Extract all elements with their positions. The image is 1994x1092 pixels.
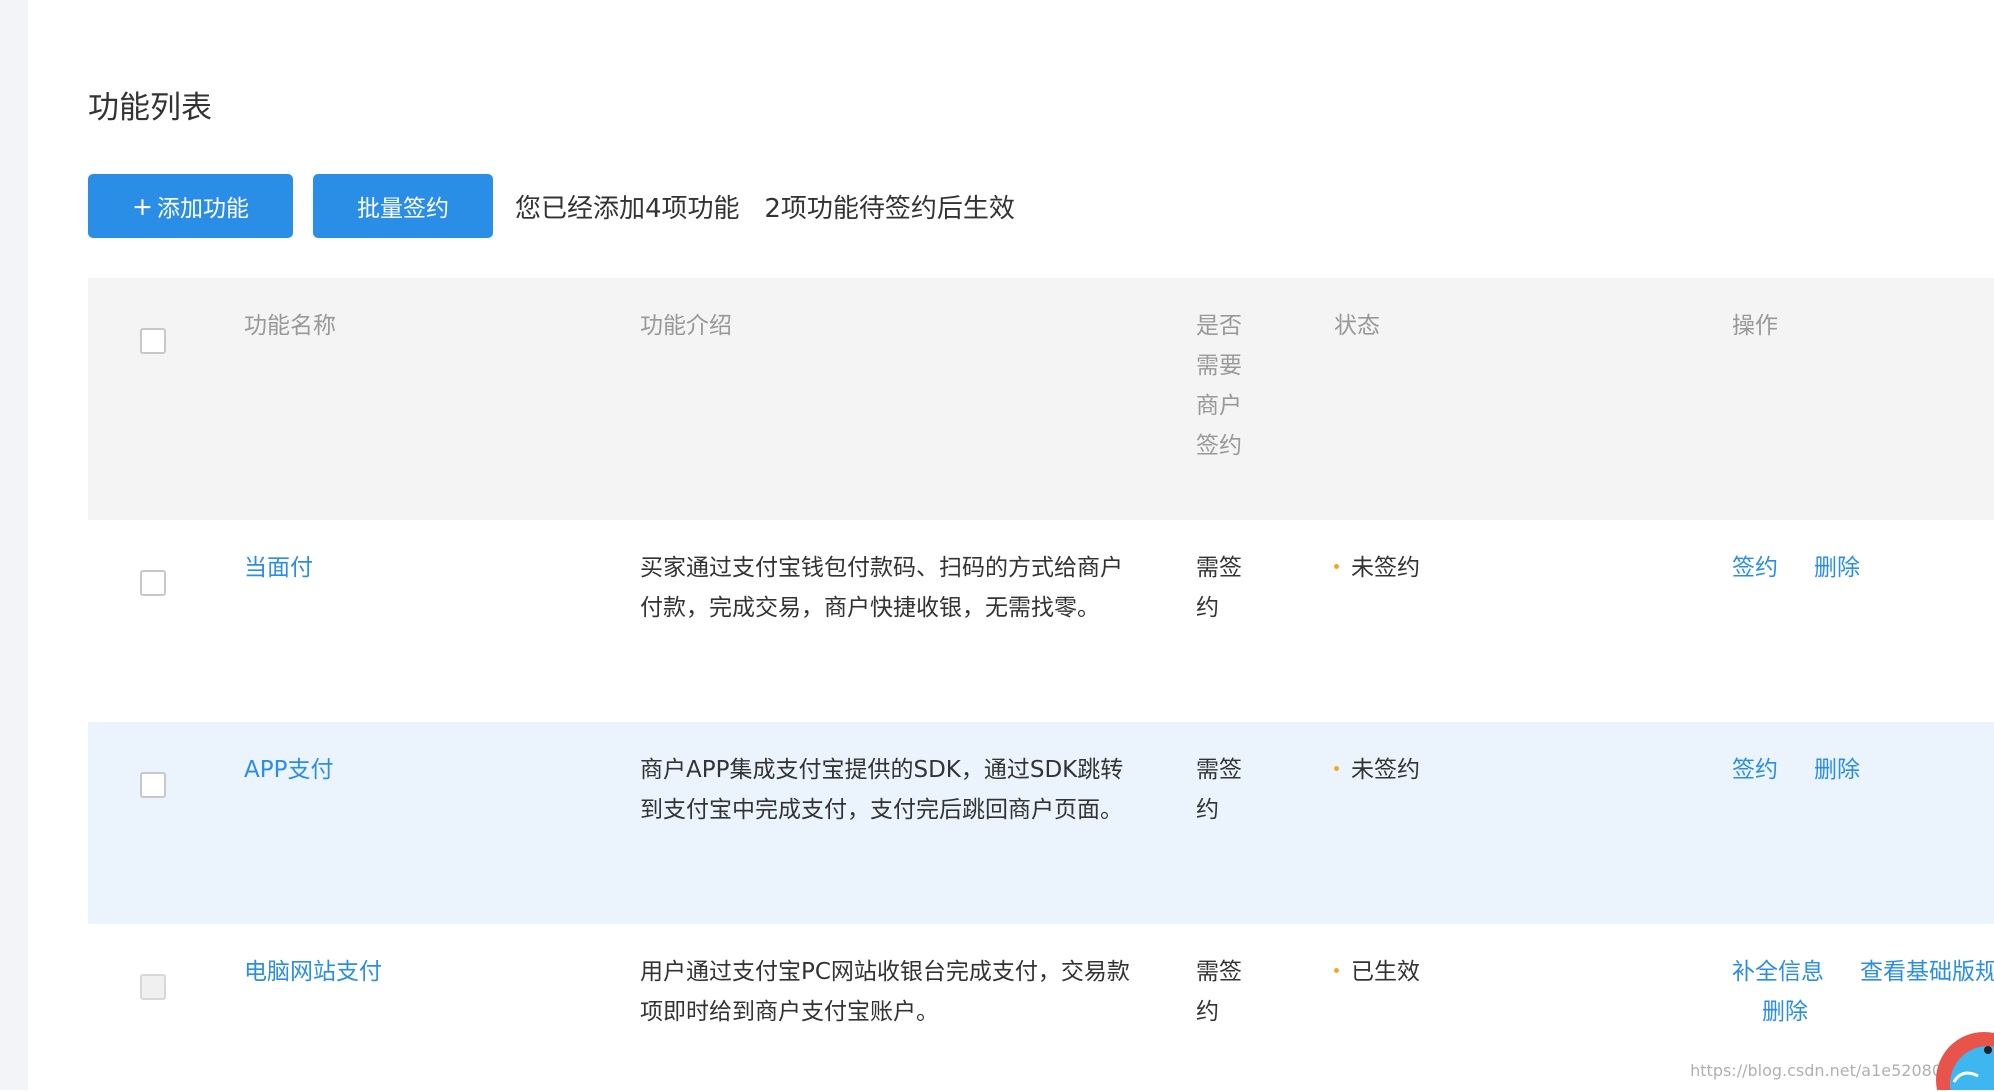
delete-link[interactable]: 删除 — [1814, 555, 1860, 581]
mascot-illustration — [1914, 990, 1994, 1090]
main-content: 功能列表 + 添加功能 批量签约 您已经添加4项功能 2项功能待签约后生效 功能… — [28, 0, 1994, 1092]
table-header: 功能名称 功能介绍 是否需要商户签约 状态 操作 — [88, 278, 1994, 520]
header-status: 状态 — [1334, 313, 1380, 339]
need-sign-value: 需签约 — [1196, 555, 1242, 621]
table-row: APP支付 商户APP集成支付宝提供的SDK，通过SDK跳转到支付宝中完成支付，… — [88, 722, 1994, 924]
add-feature-label: 添加功能 — [156, 196, 249, 222]
delete-link[interactable]: 删除 — [1762, 999, 1808, 1025]
plus-icon: + — [132, 191, 153, 221]
row-checkbox[interactable] — [140, 570, 166, 596]
complete-info-link[interactable]: 补全信息 — [1732, 959, 1824, 985]
feature-name-link[interactable]: 电脑网站支付 — [244, 952, 382, 992]
operations-cell: 签约 删除 — [1732, 548, 1994, 588]
select-all-checkbox[interactable] — [140, 328, 166, 354]
header-name: 功能名称 — [244, 313, 336, 339]
feature-description: 用户通过支付宝PC网站收银台完成支付，交易款项即时给到商户支付宝账户。 — [640, 959, 1130, 1025]
need-sign-value: 需签约 — [1196, 959, 1242, 1025]
need-sign-value: 需签约 — [1196, 757, 1242, 823]
status-text: 已生效 — [1351, 959, 1420, 985]
status-cell: 未签约 — [1334, 548, 1420, 588]
feature-description: 买家通过支付宝钱包付款码、扫码的方式给商户付款，完成交易，商户快捷收银，无需找零… — [640, 555, 1123, 621]
status-dot-icon — [1334, 564, 1339, 569]
feature-summary-text: 您已经添加4项功能 2项功能待签约后生效 — [515, 193, 1015, 224]
status-cell: 已生效 — [1334, 952, 1420, 992]
header-description: 功能介绍 — [640, 313, 732, 339]
feature-name-link[interactable]: 当面付 — [244, 548, 313, 588]
status-dot-icon — [1334, 968, 1339, 973]
feature-table: 功能名称 功能介绍 是否需要商户签约 状态 操作 当面付 买家通过支付宝钱包付款… — [88, 278, 1994, 1092]
header-need-sign: 是否需要商户签约 — [1196, 313, 1242, 459]
status-cell: 未签约 — [1334, 750, 1420, 790]
status-text: 未签约 — [1351, 555, 1420, 581]
row-checkbox[interactable] — [140, 772, 166, 798]
batch-sign-button[interactable]: 批量签约 — [313, 174, 493, 238]
operations-cell: 签约 删除 — [1732, 750, 1994, 790]
watermark-text: https://blog.csdn.net/a1e52080 — [1690, 1061, 1942, 1080]
row-checkbox[interactable] — [140, 974, 166, 1000]
status-dot-icon — [1334, 766, 1339, 771]
page-title: 功能列表 — [88, 90, 212, 126]
add-feature-button[interactable]: + 添加功能 — [88, 174, 293, 238]
toolbar: + 添加功能 批量签约 您已经添加4项功能 2项功能待签约后生效 — [88, 174, 1015, 238]
sign-link[interactable]: 签约 — [1732, 757, 1778, 783]
view-basic-rules-link[interactable]: 查看基础版规则 — [1860, 959, 1994, 985]
feature-description: 商户APP集成支付宝提供的SDK，通过SDK跳转到支付宝中完成支付，支付完后跳回… — [640, 757, 1124, 823]
left-sidebar-edge — [0, 0, 28, 1090]
header-operations: 操作 — [1732, 313, 1778, 339]
status-text: 未签约 — [1351, 757, 1420, 783]
feature-name-link[interactable]: APP支付 — [244, 750, 333, 790]
delete-link[interactable]: 删除 — [1814, 757, 1860, 783]
sign-link[interactable]: 签约 — [1732, 555, 1778, 581]
table-row: 当面付 买家通过支付宝钱包付款码、扫码的方式给商户付款，完成交易，商户快捷收银，… — [88, 520, 1994, 722]
